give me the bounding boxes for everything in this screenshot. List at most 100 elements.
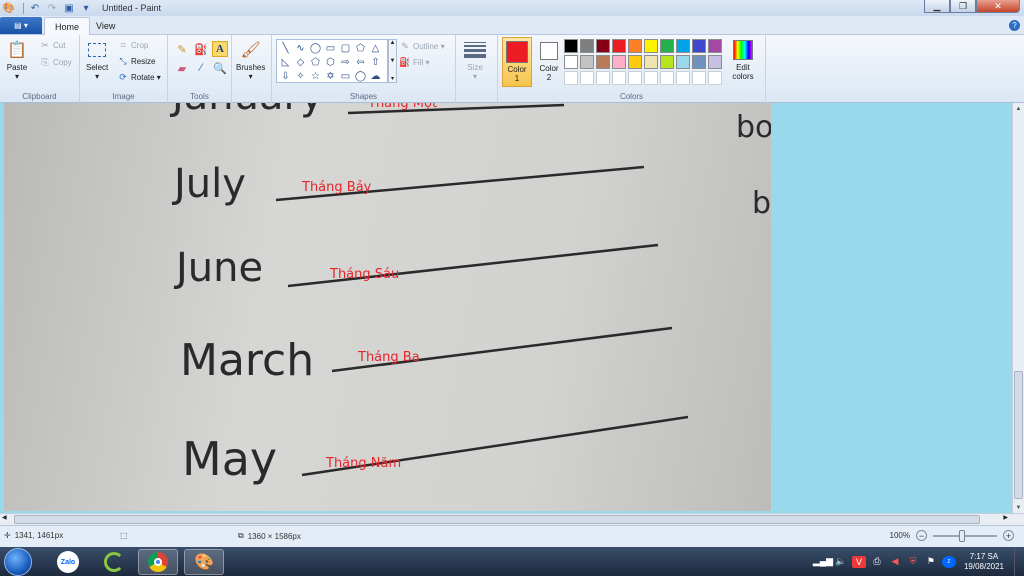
color-picker-icon[interactable]: ⁄ xyxy=(193,60,209,76)
palette-swatch[interactable] xyxy=(692,39,706,53)
palette-swatch[interactable] xyxy=(612,39,626,53)
palette-swatch[interactable] xyxy=(708,39,722,53)
zalo-tray-icon[interactable]: Z xyxy=(941,555,956,568)
zoom-slider-knob[interactable] xyxy=(959,529,965,542)
right-triangle-shape-icon[interactable]: ◺ xyxy=(278,55,293,69)
start-button[interactable] xyxy=(4,548,32,576)
palette-swatch[interactable] xyxy=(692,71,706,85)
palette-swatch[interactable] xyxy=(596,71,610,85)
hexagon-shape-icon[interactable]: ⬡ xyxy=(323,55,338,69)
palette-swatch[interactable] xyxy=(564,39,578,53)
palette-swatch[interactable] xyxy=(660,39,674,53)
help-icon[interactable]: ? xyxy=(1009,20,1020,31)
shapes-scroll[interactable]: ▲ ▼ ▾ xyxy=(388,39,397,83)
qat-dropdown-icon[interactable]: ▾ xyxy=(79,1,93,15)
tab-view[interactable]: View xyxy=(86,17,125,35)
select-button[interactable]: Select ▾ xyxy=(86,39,108,81)
edit-colors-button[interactable]: Edit colors xyxy=(732,39,754,81)
color2-button[interactable]: Color 2 xyxy=(534,37,564,87)
palette-swatch[interactable] xyxy=(676,55,690,69)
rounded-callout-shape-icon[interactable]: ▭ xyxy=(338,69,353,83)
palette-swatch[interactable] xyxy=(628,71,642,85)
minimize-button[interactable]: ▁ xyxy=(924,0,950,13)
palette-swatch[interactable] xyxy=(580,39,594,53)
show-desktop-button[interactable] xyxy=(1014,547,1024,576)
color1-button[interactable]: Color 1 xyxy=(502,37,532,87)
taskbar-ccleaner[interactable] xyxy=(94,549,134,575)
line-shape-icon[interactable]: ╲ xyxy=(278,41,293,55)
palette-swatch[interactable] xyxy=(612,71,626,85)
rotate-button[interactable]: ⟳ Rotate ▾ xyxy=(118,72,161,82)
palette-swatch[interactable] xyxy=(628,39,642,53)
pentagon-shape-icon[interactable]: ⬠ xyxy=(308,55,323,69)
oval-shape-icon[interactable]: ◯ xyxy=(308,41,323,55)
audio-alert-icon[interactable]: ◀ xyxy=(888,556,902,568)
eraser-icon[interactable]: ▰ xyxy=(174,60,190,76)
vivaldi-icon[interactable]: V xyxy=(851,555,866,568)
taskbar-zalo[interactable]: Zalo xyxy=(48,549,88,575)
outline-button[interactable]: ✎ Outline ▾ xyxy=(400,41,444,51)
maximize-button[interactable]: ❐ xyxy=(950,0,976,13)
magnifier-icon[interactable]: 🔍 xyxy=(212,60,228,76)
canvas-work-area[interactable]: January Tháng Một July Tháng Bảy June Th… xyxy=(0,103,1012,513)
zoom-slider[interactable] xyxy=(933,529,997,542)
close-button[interactable]: ✕ xyxy=(976,0,1020,13)
palette-swatch[interactable] xyxy=(564,71,578,85)
palette-swatch[interactable] xyxy=(660,71,674,85)
rounded-rectangle-shape-icon[interactable]: ▢ xyxy=(338,41,353,55)
shield-icon[interactable]: ⛨ xyxy=(906,556,920,568)
redo-icon[interactable]: ↷ xyxy=(45,1,59,15)
paste-button[interactable]: 📋 Paste ▾ xyxy=(6,39,28,81)
paint-app-icon[interactable]: 🎨 xyxy=(2,1,16,15)
palette-swatch[interactable] xyxy=(596,39,610,53)
palette-swatch[interactable] xyxy=(580,55,594,69)
text-tool-icon[interactable]: A xyxy=(212,41,228,57)
taskbar-chrome[interactable] xyxy=(138,549,178,575)
palette-swatch[interactable] xyxy=(676,71,690,85)
palette-swatch[interactable] xyxy=(564,55,578,69)
pencil-icon[interactable]: ✎ xyxy=(174,41,190,57)
down-arrow-shape-icon[interactable]: ⇩ xyxy=(278,69,293,83)
canvas-image[interactable]: January Tháng Một July Tháng Bảy June Th… xyxy=(4,103,771,511)
copy-button[interactable]: ⎘ Copy xyxy=(40,57,71,67)
zoom-out-icon[interactable]: − xyxy=(916,530,927,541)
usb-device-icon[interactable]: ⎙ xyxy=(870,556,884,568)
palette-swatch[interactable] xyxy=(708,55,722,69)
flag-icon[interactable]: ⚑ xyxy=(924,556,938,568)
scroll-up-icon[interactable]: ▲ xyxy=(1013,103,1024,114)
scroll-right-icon[interactable]: ▶ xyxy=(1003,514,1008,521)
horizontal-scrollbar[interactable]: ◀ ▶ xyxy=(0,513,1024,525)
cloud-callout-shape-icon[interactable]: ☁ xyxy=(368,69,383,83)
palette-swatch[interactable] xyxy=(676,39,690,53)
save-icon[interactable]: ▣ xyxy=(62,1,76,15)
curve-shape-icon[interactable]: ∿ xyxy=(293,41,308,55)
oval-callout-shape-icon[interactable]: ◯ xyxy=(353,69,368,83)
left-arrow-shape-icon[interactable]: ⇦ xyxy=(353,55,368,69)
clock[interactable]: 7:17 SA 19/08/2021 xyxy=(964,552,1004,572)
polygon-shape-icon[interactable]: ⬠ xyxy=(353,41,368,55)
horizontal-scroll-thumb[interactable] xyxy=(14,515,980,524)
network-signal-icon[interactable]: ▂▄▆ xyxy=(813,556,833,568)
taskbar-paint[interactable]: 🎨 xyxy=(184,549,224,575)
fill-bucket-icon[interactable]: ⛽ xyxy=(193,41,209,57)
palette-swatch[interactable] xyxy=(612,55,626,69)
size-button[interactable]: Size ▾ xyxy=(464,39,486,81)
vertical-scroll-thumb[interactable] xyxy=(1014,371,1023,499)
zoom-in-icon[interactable]: + xyxy=(1003,530,1014,541)
palette-swatch[interactable] xyxy=(580,71,594,85)
vertical-scrollbar[interactable]: ▲ ▼ xyxy=(1012,103,1024,513)
palette-swatch[interactable] xyxy=(692,55,706,69)
palette-swatch[interactable] xyxy=(660,55,674,69)
rectangle-shape-icon[interactable]: ▭ xyxy=(323,41,338,55)
palette-swatch[interactable] xyxy=(708,71,722,85)
palette-swatch[interactable] xyxy=(596,55,610,69)
fill-button[interactable]: ⛽ Fill ▾ xyxy=(399,57,429,67)
crop-button[interactable]: ⌗ Crop xyxy=(118,40,148,50)
palette-swatch[interactable] xyxy=(644,39,658,53)
palette-swatch[interactable] xyxy=(644,71,658,85)
speaker-icon[interactable]: 🔈 xyxy=(834,556,848,568)
brushes-button[interactable]: 🖌 Brushes ▾ xyxy=(236,39,265,81)
diamond-shape-icon[interactable]: ◇ xyxy=(293,55,308,69)
up-arrow-shape-icon[interactable]: ⇧ xyxy=(368,55,383,69)
four-point-star-shape-icon[interactable]: ✧ xyxy=(293,69,308,83)
